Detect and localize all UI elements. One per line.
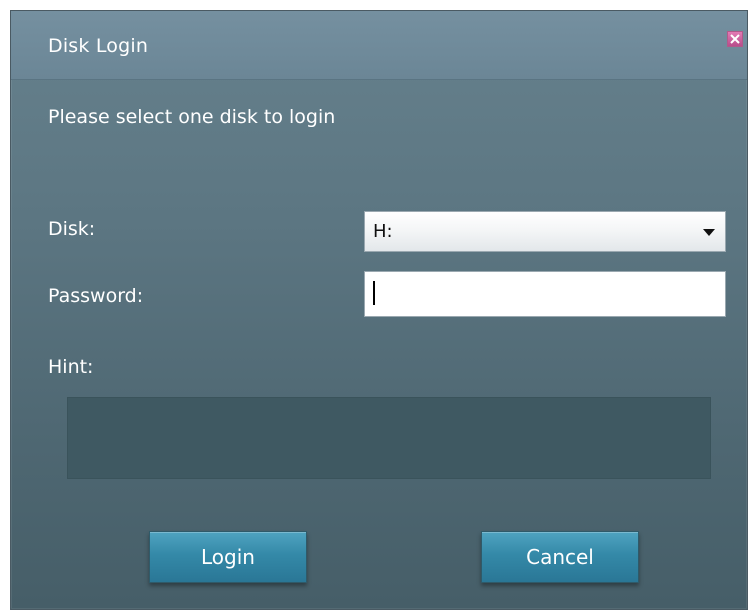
text-caret: [373, 281, 375, 305]
disk-label: Disk:: [48, 218, 96, 240]
password-label: Password:: [48, 285, 144, 307]
dialog-title: Disk Login: [48, 35, 149, 57]
disk-select-value: H:: [373, 221, 393, 242]
disk-select[interactable]: H:: [364, 211, 726, 252]
close-button[interactable]: [727, 31, 743, 47]
login-button[interactable]: Login: [149, 531, 307, 583]
instruction-text: Please select one disk to login: [48, 106, 336, 128]
disk-login-dialog: Disk Login Please select one disk to log…: [10, 10, 748, 610]
close-icon: [730, 34, 740, 44]
dropdown-arrow-icon: [703, 229, 715, 236]
cancel-button[interactable]: Cancel: [481, 531, 639, 583]
password-input[interactable]: [364, 271, 726, 317]
hint-display: [67, 397, 711, 479]
title-bar: Disk Login: [11, 11, 747, 80]
hint-label: Hint:: [48, 356, 94, 378]
